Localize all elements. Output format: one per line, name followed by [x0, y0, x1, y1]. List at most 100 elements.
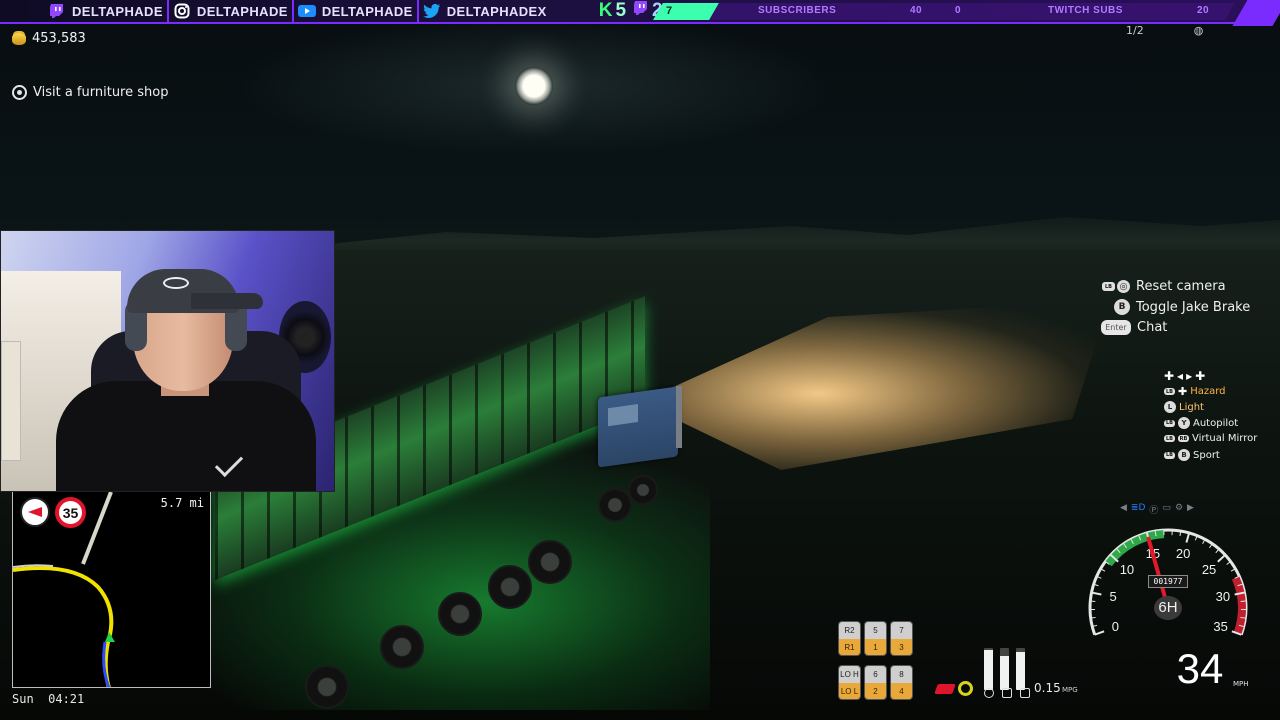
hint-label: Light: [1179, 401, 1204, 413]
coins-icon: [12, 32, 26, 45]
speedo-label: 35: [1213, 619, 1227, 634]
subscribers-goal: 40: [910, 5, 923, 16]
lb-button-icon: LB: [1164, 419, 1175, 427]
speedo-label: 0: [1112, 619, 1119, 634]
overlay-stripe: [1232, 0, 1280, 26]
truck-cab: [598, 386, 678, 468]
truck-wheel: [598, 488, 632, 522]
turn-left-icon: ◀: [1120, 503, 1127, 513]
gear-slot: LO H LO L: [838, 665, 861, 700]
gear-slot: 73: [890, 621, 913, 656]
hint-label: Virtual Mirror: [1192, 433, 1258, 444]
temperature-icon: [1002, 688, 1012, 698]
y-button-icon: Y: [1178, 417, 1190, 429]
speedo-tick: [1090, 616, 1096, 619]
trailer-wheel: [528, 540, 572, 584]
speedo-tick: [1217, 554, 1226, 563]
oil-icon: [984, 688, 994, 698]
speedo-label: 10: [1120, 562, 1134, 577]
objective-text: Visit a furniture shop: [33, 85, 169, 100]
subscriber-goal-fill: [653, 3, 719, 20]
trailer-wheel: [305, 665, 349, 709]
truck-wheel: [628, 475, 658, 505]
adblue-bar: [1016, 648, 1025, 690]
dpad-icons: ✚◂▸✚: [1164, 369, 1209, 383]
speedo-label: 30: [1216, 589, 1230, 604]
parking-brake-icon: Ⓟ: [1149, 506, 1159, 516]
cap-logo: [163, 277, 189, 289]
twitch-subs-current: 0: [955, 5, 962, 16]
speedo-label: 25: [1202, 562, 1216, 577]
gear-slot: R2 R1: [838, 621, 861, 656]
enter-key-icon: Enter: [1101, 320, 1131, 335]
lb-button-icon: LB: [1102, 282, 1115, 291]
engine-icon: ⚙: [1174, 503, 1184, 513]
twitch-icon: [48, 3, 66, 19]
hint-label: Reset camera: [1136, 279, 1226, 294]
globe-icon: ◍: [1193, 24, 1204, 37]
twitter-icon: [422, 3, 441, 19]
dpad-icon: ✚: [1178, 385, 1188, 398]
compass: [20, 497, 50, 527]
fuel-gauge-icon: [958, 681, 973, 696]
kick-count: 5: [615, 0, 627, 21]
cap-brim: [191, 293, 263, 309]
fuel-economy-unit: MPG: [1062, 686, 1078, 694]
battery-icon: ▭: [1162, 503, 1171, 513]
current-gear: 6H: [1154, 596, 1182, 620]
twitter-handle: DELTAPHADEX: [446, 3, 547, 19]
game-clock: Sun 04:21: [12, 692, 85, 706]
fuel-pump-icon: [934, 684, 956, 694]
webcam-door: [1, 341, 21, 461]
r3-button-icon: ◎: [1117, 280, 1130, 293]
social-instagram: DELTAPHADE: [169, 0, 294, 23]
instagram-handle: DELTAPHADE: [196, 3, 288, 19]
social-twitter: DELTAPHADEX: [419, 0, 551, 23]
trailer-wheel: [438, 592, 482, 636]
youtube-icon: [297, 3, 316, 19]
lb-button-icon: LB: [1164, 451, 1175, 459]
speedo-label: 5: [1109, 589, 1116, 604]
fuel-level-bar: [984, 648, 993, 690]
speed-unit: MPH: [1233, 680, 1249, 688]
twitch-subs-label: TWITCH SUBS: [1048, 5, 1123, 16]
temperature-bar: [1000, 648, 1009, 690]
gear-slot: 62: [864, 665, 887, 700]
hint-chat: Enter Chat: [1101, 320, 1167, 335]
subscribers-label: SUBSCRIBERS: [758, 5, 837, 16]
bar-icons: [984, 688, 1030, 698]
odometer: 001977: [1148, 575, 1188, 588]
exhaust-stack: [676, 386, 682, 448]
speedo-tick: [1215, 548, 1220, 554]
hint-label: Toggle Jake Brake: [1136, 299, 1251, 315]
speed-limit-sign: 35: [55, 497, 86, 528]
hint-label: Autopilot: [1193, 417, 1239, 429]
money-amount: 453,583: [32, 31, 86, 46]
speedo-label: 20: [1176, 546, 1190, 561]
subscriber-progress: 7: [666, 5, 673, 17]
speedo-tick: [1094, 630, 1105, 636]
compass-arrow-icon: [28, 507, 42, 517]
current-objective: Visit a furniture shop: [12, 85, 168, 100]
twitch-subs-goal: 20: [1197, 5, 1210, 16]
money-display: 453,583: [12, 31, 86, 46]
hint-hazard: LB ✚ Hazard: [1164, 385, 1226, 398]
hint-label: Hazard: [1190, 386, 1226, 397]
trailer-wheel: [380, 625, 424, 669]
dashboard-warning-lights: ◀ ≣D Ⓟ ▭ ⚙ ▶: [1120, 503, 1194, 516]
gear-slot: 84: [890, 665, 913, 700]
turn-right-icon: ▶: [1187, 503, 1194, 513]
gear-slot: 51: [864, 621, 887, 656]
twitch-handle: DELTAPHADE: [72, 3, 163, 19]
speed-readout: 34: [1176, 645, 1224, 692]
top-right-indicators: 1/2 ◍: [1126, 24, 1203, 37]
b-button-icon: B: [1178, 449, 1190, 461]
kick-icon: K: [598, 0, 613, 21]
social-twitch: DELTAPHADE: [0, 0, 169, 23]
hint-virtual-mirror: LB RB Virtual Mirror: [1164, 433, 1257, 444]
instagram-icon: [173, 3, 191, 19]
hint-light: L Light: [1164, 401, 1204, 413]
hint-reset-camera: LB ◎ Reset camera: [1102, 279, 1226, 294]
fuel-economy: 0.15: [1034, 681, 1061, 695]
job-progress: 1/2: [1126, 24, 1144, 37]
